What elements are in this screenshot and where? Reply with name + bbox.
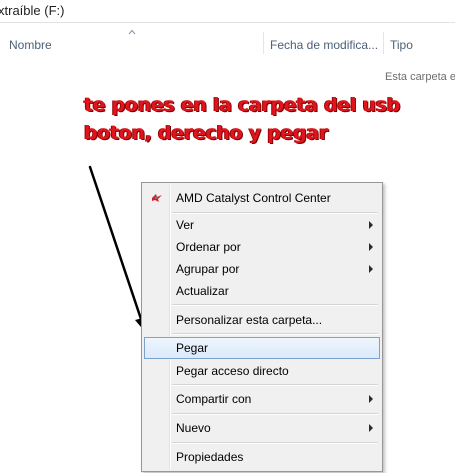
menu-item-compartir-con[interactable]: Compartir con [144,388,380,410]
menu-item-agrupar-por[interactable]: Agrupar por [144,258,380,280]
instruction-annotation: te pones en la carpeta del usb boton, de… [84,91,400,147]
column-divider[interactable] [383,32,384,54]
submenu-arrow-icon [369,395,373,403]
menu-item-actualizar[interactable]: Actualizar [144,280,380,302]
menu-separator [172,413,378,415]
menu-item-label: Pegar [176,341,209,355]
menu-item-label: Propiedades [176,450,244,464]
sort-ascending-icon [128,29,136,35]
menu-item-pegar[interactable]: Pegar [144,337,380,359]
submenu-arrow-icon [369,221,373,229]
column-header: Nombre Fecha de modifica... Tipo [0,28,455,58]
menu-separator [172,442,378,444]
annotation-line-1: te pones en la carpeta del usb [84,94,401,116]
submenu-arrow-icon [369,424,373,432]
menu-item-ver[interactable]: Ver [144,214,380,236]
menu-item-propiedades[interactable]: Propiedades [144,446,380,468]
menu-item-pegar-acceso-directo[interactable]: Pegar acceso directo [144,360,380,382]
column-date-modified[interactable]: Fecha de modifica... [270,38,378,52]
menu-item-ordenar-por[interactable]: Ordenar por [144,236,380,258]
column-name[interactable]: Nombre [9,38,52,52]
menu-item-label: Pegar acceso directo [176,364,289,378]
menu-item-label: Ordenar por [176,240,241,254]
menu-item-label: Actualizar [176,284,229,298]
menu-item-nuevo[interactable]: Nuevo [144,417,380,439]
menu-item-label: AMD Catalyst Control Center [176,191,331,205]
column-divider[interactable] [263,32,264,54]
address-path: xtraíble (F:) [0,3,65,18]
menu-item-label: Compartir con [176,392,252,406]
amd-catalyst-icon [152,194,162,202]
menu-separator [172,333,378,335]
menu-separator [172,384,378,386]
menu-item-personalizar[interactable]: Personalizar esta carpeta... [144,309,380,331]
menu-item-label: Ver [176,218,195,232]
explorer-window: xtraíble (F:) Nombre Fecha de modifica..… [0,0,455,473]
menu-item-label: Agrupar por [176,262,240,276]
menu-separator [172,304,378,306]
submenu-arrow-icon [369,243,373,251]
annotation-line-2: boton, derecho y pegar [84,122,329,144]
empty-folder-message: Esta carpeta e [385,71,455,83]
column-type[interactable]: Tipo [390,38,413,52]
context-menu: AMD Catalyst Control Center Ver Ordenar … [141,182,383,472]
menu-item-label: Nuevo [176,421,211,435]
submenu-arrow-icon [369,265,373,273]
menu-item-amd-catalyst[interactable]: AMD Catalyst Control Center [144,187,380,209]
address-bar[interactable]: xtraíble (F:) [0,0,455,23]
menu-item-label: Personalizar esta carpeta... [176,313,323,327]
